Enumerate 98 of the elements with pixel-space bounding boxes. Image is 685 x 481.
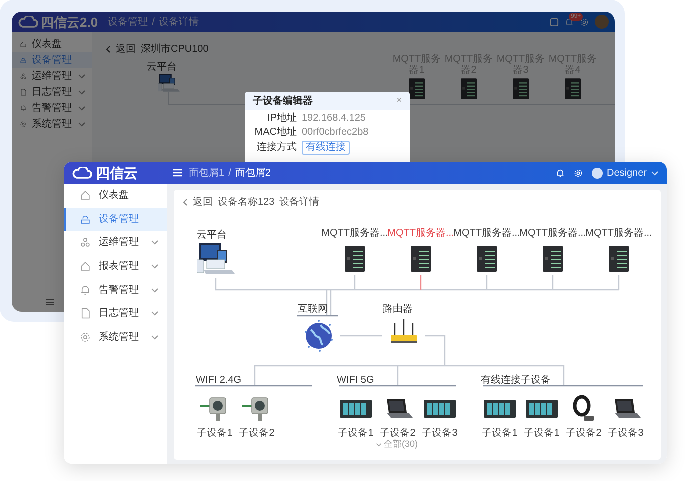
controller-module-icon bbox=[484, 400, 516, 418]
sidebar-item[interactable]: 运维管理 bbox=[12, 68, 92, 84]
server-icon bbox=[461, 78, 477, 100]
server-icon bbox=[565, 78, 581, 100]
breadcrumb-link[interactable]: 面包屑2 bbox=[235, 166, 271, 180]
settings-icon[interactable] bbox=[580, 18, 589, 26]
sidebar-item[interactable]: 运维管理 bbox=[64, 231, 167, 255]
device-label: 子设备2 bbox=[239, 427, 275, 441]
device-label: 子设备1 bbox=[524, 427, 560, 441]
bell-icon[interactable] bbox=[556, 168, 565, 178]
device-label: 子设备2 bbox=[380, 427, 416, 440]
globe-icon bbox=[303, 320, 335, 352]
document-icon bbox=[20, 88, 27, 96]
group-label: WIFI 5G bbox=[337, 374, 374, 388]
home-icon bbox=[80, 261, 91, 272]
sidebar-item[interactable]: 设备管理 bbox=[12, 52, 92, 68]
sidebar-item[interactable]: 告警管理 bbox=[64, 278, 167, 302]
node-label: MQTT服务器... bbox=[454, 228, 520, 240]
field-value: 00rf0cbrfec2b8 bbox=[302, 127, 369, 139]
bell-icon bbox=[20, 104, 27, 112]
bell-icon[interactable] bbox=[565, 18, 574, 26]
sidebar-item[interactable]: 仪表盘 bbox=[12, 36, 92, 52]
node-label: MQTT服务器... bbox=[586, 228, 652, 240]
server-icon bbox=[477, 246, 497, 272]
document-icon bbox=[80, 308, 91, 320]
node-label: MQTT服务器... bbox=[520, 228, 586, 240]
people-icon bbox=[80, 237, 91, 248]
home-icon bbox=[20, 40, 27, 48]
connector-line bbox=[340, 335, 382, 337]
breadcrumb-separator: / bbox=[228, 166, 232, 180]
device-label: 子设备1 bbox=[197, 427, 233, 441]
field-label: MAC地址 bbox=[254, 127, 297, 139]
computer-devices-drawing bbox=[158, 74, 180, 93]
device-label: 子设备2 bbox=[566, 427, 602, 441]
field-value: 192.168.4.125 bbox=[302, 113, 366, 125]
settings-icon[interactable] bbox=[574, 168, 583, 178]
home-icon bbox=[80, 190, 91, 202]
breadcrumb-link[interactable]: 面包屑1 bbox=[189, 166, 225, 180]
server-icon bbox=[345, 246, 365, 272]
avatar[interactable] bbox=[592, 168, 603, 178]
device-label: 子设备3 bbox=[608, 427, 644, 441]
group-label: 有线连接子设备 bbox=[481, 374, 551, 388]
node-label: 路由器 bbox=[383, 302, 413, 317]
field-label: IP地址 bbox=[266, 113, 297, 125]
computer-devices-drawing bbox=[197, 243, 235, 276]
back-link[interactable]: 返回 bbox=[193, 195, 213, 210]
user-name[interactable]: Designer bbox=[606, 166, 647, 180]
node-label: MQTT服务器... bbox=[322, 228, 388, 240]
gear-icon bbox=[20, 120, 27, 128]
sidebar-item[interactable]: 日志管理 bbox=[64, 302, 167, 326]
breadcrumb-link[interactable]: 设备详情 bbox=[158, 14, 199, 30]
device-label: 子设备1 bbox=[338, 427, 374, 441]
breadcrumb-link[interactable]: 设备管理 bbox=[108, 14, 148, 30]
bell-icon bbox=[80, 284, 91, 296]
sidebar-item[interactable]: 系统管理 bbox=[12, 116, 92, 132]
sidebar-item[interactable]: 告警管理 bbox=[12, 100, 92, 116]
chevron-icon[interactable] bbox=[376, 442, 382, 447]
controller-module-icon bbox=[526, 400, 558, 418]
show-all-link[interactable]: 全部(30) bbox=[384, 438, 418, 452]
sidebar-item[interactable]: 设备管理 bbox=[64, 208, 167, 232]
server-icon bbox=[609, 246, 629, 272]
sidebar-item[interactable]: 报表管理 bbox=[64, 254, 167, 278]
node-label: MQTT服务器... bbox=[388, 228, 454, 240]
controller-module-icon bbox=[424, 400, 456, 418]
cloud-logo-icon bbox=[72, 167, 92, 179]
device-name: 深圳市CPU100 bbox=[141, 42, 209, 57]
device-name: 设备名称123 bbox=[218, 196, 275, 210]
back-chevron-icon[interactable] bbox=[106, 46, 111, 53]
page-title: 设备详情 bbox=[280, 196, 320, 210]
node-label: 云平台 bbox=[147, 60, 177, 75]
controller-module-icon bbox=[340, 400, 372, 418]
device-label: 子设备3 bbox=[422, 427, 458, 441]
device-label: 子设备1 bbox=[482, 427, 518, 441]
dialog-title: 子设备编辑器 bbox=[253, 94, 313, 108]
cloud-logo-icon bbox=[18, 16, 38, 28]
app-name: 四信云 bbox=[96, 166, 138, 180]
close-button[interactable]: × bbox=[396, 94, 402, 108]
server-icon bbox=[411, 246, 431, 272]
server-icon bbox=[409, 78, 425, 100]
app-name: 四信云2.0 bbox=[41, 16, 98, 28]
coil-sensor-icon bbox=[572, 395, 596, 423]
sidebar-item[interactable]: 系统管理 bbox=[64, 326, 167, 350]
field-label: 连接方式 bbox=[256, 142, 297, 154]
people-icon bbox=[20, 72, 27, 80]
sidebar-item[interactable]: 日志管理 bbox=[12, 84, 92, 100]
node-label: 云平台 bbox=[197, 228, 227, 243]
group-label: WIFI 2.4G bbox=[196, 374, 242, 388]
breadcrumb-separator: / bbox=[152, 16, 155, 30]
sidebar-item[interactable]: 仪表盘 bbox=[64, 184, 167, 208]
menu-icon[interactable] bbox=[46, 299, 54, 306]
screen-icon[interactable] bbox=[550, 18, 559, 26]
back-link[interactable]: 返回 bbox=[116, 42, 136, 57]
connection-tag: 有线连接 bbox=[302, 141, 350, 155]
node-label: 互联网 bbox=[298, 303, 328, 317]
gear-icon bbox=[80, 332, 91, 343]
back-chevron-icon[interactable] bbox=[183, 199, 188, 206]
server-icon bbox=[513, 78, 529, 100]
server-icon bbox=[543, 246, 563, 272]
